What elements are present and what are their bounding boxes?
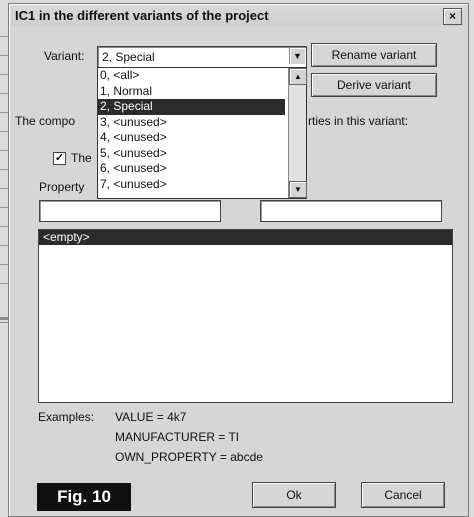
property-label: Property [39, 180, 85, 194]
examples-label: Examples: [38, 410, 95, 424]
dropdown-scrollbar[interactable]: ▲ ▼ [288, 68, 307, 198]
dropdown-item[interactable]: 7, <unused> [98, 177, 285, 193]
example-line: MANUFACTURER = TI [115, 430, 240, 444]
dropdown-item[interactable]: 4, <unused> [98, 130, 285, 146]
title-bar: IC1 in the different variants of the pro… [11, 6, 466, 26]
scroll-up-icon[interactable]: ▲ [289, 68, 307, 85]
dropdown-item[interactable]: 0, <all> [98, 68, 285, 84]
property-list[interactable]: <empty> [38, 229, 453, 403]
example-line: OWN_PROPERTY = abcde [115, 450, 263, 464]
list-item[interactable]: <empty> [39, 230, 452, 245]
figure-label: Fig. 10 [37, 483, 131, 511]
dropdown-item-selected[interactable]: 2, Special [98, 99, 285, 115]
dropdown-item[interactable]: 6, <unused> [98, 161, 285, 177]
variant-checkbox[interactable]: ✓ [53, 152, 66, 165]
ok-button[interactable]: Ok [252, 482, 336, 508]
close-button[interactable]: × [443, 8, 462, 25]
variants-dialog: IC1 in the different variants of the pro… [8, 3, 469, 517]
variant-label: Variant: [44, 49, 85, 63]
variant-dropdown-list[interactable]: 0, <all> 1, Normal 2, Special 3, <unused… [97, 67, 307, 199]
dropdown-item[interactable]: 1, Normal [98, 84, 285, 100]
dropdown-item[interactable]: 3, <unused> [98, 115, 285, 131]
example-line: VALUE = 4k7 [115, 410, 187, 424]
variant-combobox[interactable]: 2, Special ▼ [97, 46, 307, 68]
rename-variant-button[interactable]: Rename variant [311, 43, 437, 67]
chevron-down-icon[interactable]: ▼ [289, 48, 305, 64]
dialog-title: IC1 in the different variants of the pro… [15, 8, 269, 23]
scroll-down-icon[interactable]: ▼ [289, 181, 307, 198]
component-text-right: rties in this variant: [308, 114, 409, 128]
property-value-input[interactable] [260, 200, 442, 222]
background-lines [0, 18, 8, 298]
property-name-input[interactable] [39, 200, 221, 222]
checkbox-label: The [71, 151, 92, 165]
variant-combobox-value: 2, Special [102, 50, 155, 64]
derive-variant-button[interactable]: Derive variant [311, 73, 437, 97]
dropdown-item[interactable]: 5, <unused> [98, 146, 285, 162]
component-text-left: The compo [15, 114, 76, 128]
cancel-button[interactable]: Cancel [361, 482, 445, 508]
